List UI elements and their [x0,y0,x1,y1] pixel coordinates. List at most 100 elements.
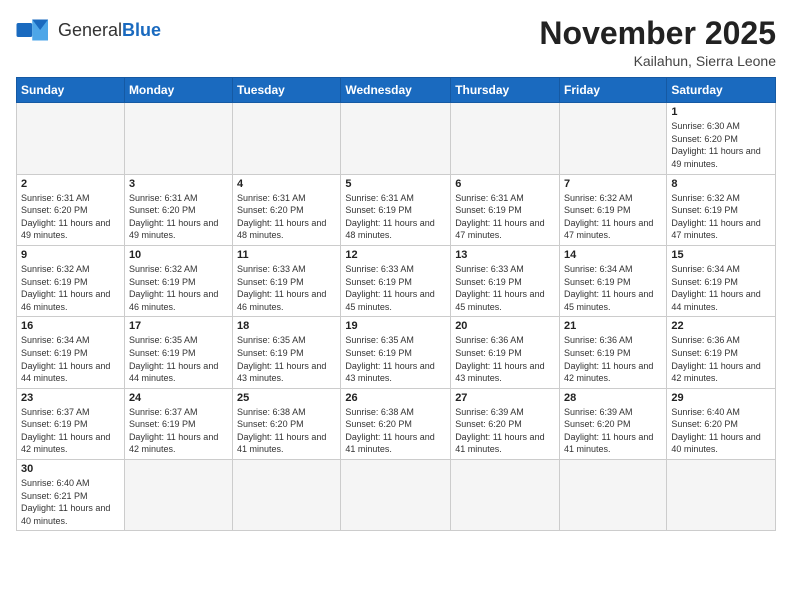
day-info: Sunrise: 6:39 AM Sunset: 6:20 PM Dayligh… [455,406,555,456]
day-info: Sunrise: 6:31 AM Sunset: 6:19 PM Dayligh… [345,192,446,242]
day-number: 13 [455,249,555,261]
calendar-week-row: 16 Sunrise: 6:34 AM Sunset: 6:19 PM Dayli… [17,317,776,388]
day-info: Sunrise: 6:34 AM Sunset: 6:19 PM Dayligh… [671,263,771,313]
day-number: 10 [129,249,228,261]
calendar-day-cell [560,103,667,174]
day-info: Sunrise: 6:33 AM Sunset: 6:19 PM Dayligh… [455,263,555,313]
logo-general: General [58,20,122,40]
calendar-day-cell: 30 Sunrise: 6:40 AM Sunset: 6:21 PM Dayli… [17,460,125,531]
calendar-week-row: 2 Sunrise: 6:31 AM Sunset: 6:20 PM Daylig… [17,174,776,245]
calendar-day-cell: 11 Sunrise: 6:33 AM Sunset: 6:19 PM Dayli… [233,245,341,316]
calendar-day-cell: 10 Sunrise: 6:32 AM Sunset: 6:19 PM Dayli… [124,245,232,316]
day-number: 9 [21,249,120,261]
calendar-day-cell [560,460,667,531]
day-number: 11 [237,249,336,261]
day-number: 16 [21,320,120,332]
calendar-day-cell: 22Sunrise: 6:36 AM Sunset: 6:19 PM Dayli… [667,317,776,388]
day-number: 7 [564,178,662,190]
calendar-day-cell [667,460,776,531]
location: Kailahun, Sierra Leone [539,53,776,69]
day-number: 27 [455,392,555,404]
day-number: 14 [564,249,662,261]
day-info: Sunrise: 6:31 AM Sunset: 6:20 PM Dayligh… [237,192,336,242]
calendar-day-cell: 8Sunrise: 6:32 AM Sunset: 6:19 PM Daylig… [667,174,776,245]
calendar-day-cell [341,103,451,174]
calendar-day-header: Tuesday [233,78,341,103]
calendar-day-cell [124,103,232,174]
day-number: 6 [455,178,555,190]
calendar-day-cell: 21Sunrise: 6:36 AM Sunset: 6:19 PM Dayli… [560,317,667,388]
calendar-day-cell [17,103,125,174]
day-info: Sunrise: 6:33 AM Sunset: 6:19 PM Dayligh… [237,263,336,313]
page: GeneralBlue November 2025 Kailahun, Sier… [0,0,792,547]
calendar-day-cell: 3Sunrise: 6:31 AM Sunset: 6:20 PM Daylig… [124,174,232,245]
day-number: 3 [129,178,228,190]
calendar-day-cell: 16 Sunrise: 6:34 AM Sunset: 6:19 PM Dayli… [17,317,125,388]
calendar-day-header: Friday [560,78,667,103]
day-info: Sunrise: 6:35 AM Sunset: 6:19 PM Dayligh… [237,334,336,384]
header: GeneralBlue November 2025 Kailahun, Sier… [16,16,776,69]
calendar-day-cell: 23 Sunrise: 6:37 AM Sunset: 6:19 PM Dayli… [17,388,125,459]
calendar-day-header: Thursday [451,78,560,103]
day-info: Sunrise: 6:32 AM Sunset: 6:19 PM Dayligh… [21,263,120,313]
calendar-day-cell: 13 Sunrise: 6:33 AM Sunset: 6:19 PM Dayli… [451,245,560,316]
day-number: 20 [455,320,555,332]
calendar-table: SundayMondayTuesdayWednesdayThursdayFrid… [16,77,776,531]
calendar-header-row: SundayMondayTuesdayWednesdayThursdayFrid… [17,78,776,103]
logo-blue: Blue [122,20,161,40]
logo-text: GeneralBlue [58,20,161,41]
calendar-day-header: Monday [124,78,232,103]
calendar-day-cell: 29Sunrise: 6:40 AM Sunset: 6:20 PM Dayli… [667,388,776,459]
day-number: 15 [671,249,771,261]
day-info: Sunrise: 6:32 AM Sunset: 6:19 PM Dayligh… [564,192,662,242]
day-number: 30 [21,463,120,475]
day-info: Sunrise: 6:37 AM Sunset: 6:19 PM Dayligh… [21,406,120,456]
calendar-day-cell: 28Sunrise: 6:39 AM Sunset: 6:20 PM Dayli… [560,388,667,459]
calendar-day-cell: 25 Sunrise: 6:38 AM Sunset: 6:20 PM Dayli… [233,388,341,459]
calendar-day-header: Sunday [17,78,125,103]
calendar-day-cell [124,460,232,531]
day-info: Sunrise: 6:36 AM Sunset: 6:19 PM Dayligh… [564,334,662,384]
generalblue-logo-icon [16,16,52,44]
calendar-day-cell: 4 Sunrise: 6:31 AM Sunset: 6:20 PM Daylig… [233,174,341,245]
day-info: Sunrise: 6:31 AM Sunset: 6:20 PM Dayligh… [21,192,120,242]
calendar-day-header: Wednesday [341,78,451,103]
calendar-day-cell: 9 Sunrise: 6:32 AM Sunset: 6:19 PM Daylig… [17,245,125,316]
calendar-day-cell: 27 Sunrise: 6:39 AM Sunset: 6:20 PM Dayli… [451,388,560,459]
day-number: 28 [564,392,662,404]
day-number: 1 [671,106,771,118]
day-info: Sunrise: 6:40 AM Sunset: 6:21 PM Dayligh… [21,477,120,527]
day-info: Sunrise: 6:34 AM Sunset: 6:19 PM Dayligh… [564,263,662,313]
day-info: Sunrise: 6:36 AM Sunset: 6:19 PM Dayligh… [671,334,771,384]
day-number: 4 [237,178,336,190]
day-number: 18 [237,320,336,332]
calendar-day-cell: 20Sunrise: 6:36 AM Sunset: 6:19 PM Dayli… [451,317,560,388]
day-info: Sunrise: 6:35 AM Sunset: 6:19 PM Dayligh… [129,334,228,384]
calendar-week-row: 23 Sunrise: 6:37 AM Sunset: 6:19 PM Dayli… [17,388,776,459]
calendar-day-cell: 7 Sunrise: 6:32 AM Sunset: 6:19 PM Daylig… [560,174,667,245]
day-number: 29 [671,392,771,404]
day-info: Sunrise: 6:35 AM Sunset: 6:19 PM Dayligh… [345,334,446,384]
day-info: Sunrise: 6:32 AM Sunset: 6:19 PM Dayligh… [129,263,228,313]
day-info: Sunrise: 6:34 AM Sunset: 6:19 PM Dayligh… [21,334,120,384]
day-info: Sunrise: 6:32 AM Sunset: 6:19 PM Dayligh… [671,192,771,242]
day-info: Sunrise: 6:30 AM Sunset: 6:20 PM Dayligh… [671,120,771,170]
calendar-day-cell: 19Sunrise: 6:35 AM Sunset: 6:19 PM Dayli… [341,317,451,388]
title-block: November 2025 Kailahun, Sierra Leone [539,16,776,69]
calendar-day-cell: 2 Sunrise: 6:31 AM Sunset: 6:20 PM Daylig… [17,174,125,245]
day-number: 25 [237,392,336,404]
day-info: Sunrise: 6:38 AM Sunset: 6:20 PM Dayligh… [345,406,446,456]
calendar-week-row: 1 Sunrise: 6:30 AM Sunset: 6:20 PM Daylig… [17,103,776,174]
calendar-day-cell [233,460,341,531]
day-number: 24 [129,392,228,404]
day-number: 5 [345,178,446,190]
calendar-day-cell: 6Sunrise: 6:31 AM Sunset: 6:19 PM Daylig… [451,174,560,245]
month-title: November 2025 [539,16,776,51]
day-number: 23 [21,392,120,404]
day-info: Sunrise: 6:38 AM Sunset: 6:20 PM Dayligh… [237,406,336,456]
calendar-week-row: 30 Sunrise: 6:40 AM Sunset: 6:21 PM Dayli… [17,460,776,531]
calendar-day-cell [451,460,560,531]
calendar-day-cell: 12Sunrise: 6:33 AM Sunset: 6:19 PM Dayli… [341,245,451,316]
day-info: Sunrise: 6:37 AM Sunset: 6:19 PM Dayligh… [129,406,228,456]
day-number: 2 [21,178,120,190]
